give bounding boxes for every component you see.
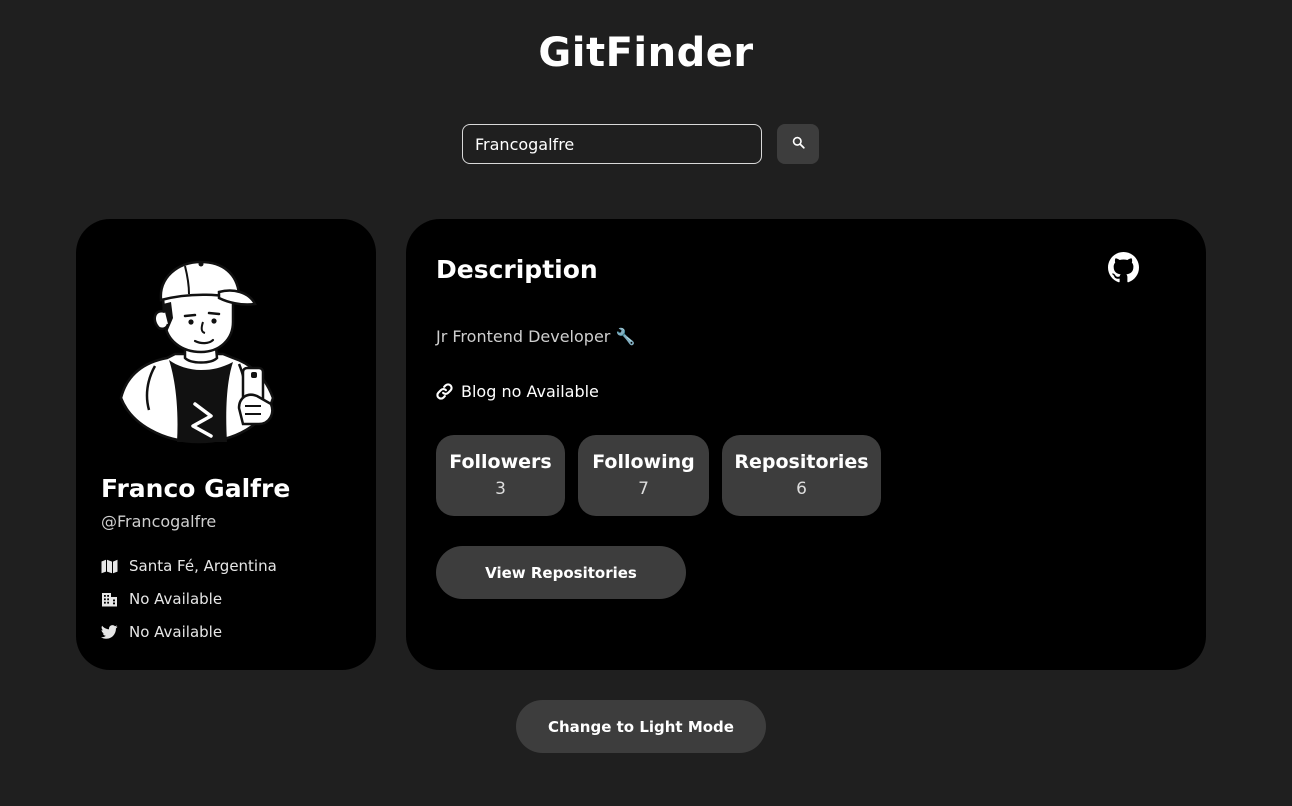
theme-toggle-button[interactable]: Change to Light Mode — [516, 700, 766, 753]
following-stat: Following 7 — [578, 435, 709, 516]
view-repositories-button[interactable]: View Repositories — [436, 546, 686, 599]
avatar — [115, 258, 281, 444]
blog-text: Blog no Available — [461, 382, 599, 401]
search-button[interactable] — [777, 124, 819, 164]
description-title: Description — [436, 255, 598, 284]
blog-link[interactable]: Blog no Available — [436, 382, 599, 401]
link-icon — [436, 383, 453, 400]
following-count: 7 — [638, 479, 649, 499]
repositories-stat: Repositories 6 — [722, 435, 881, 516]
location-text: Santa Fé, Argentina — [129, 557, 277, 575]
app-title: GitFinder — [538, 30, 754, 76]
company-text: No Available — [129, 590, 223, 608]
user-handle: @Francogalfre — [101, 512, 217, 531]
location-row: Santa Fé, Argentina — [101, 556, 277, 576]
search-icon — [792, 136, 805, 152]
company-row: No Available — [101, 589, 222, 609]
twitter-row: No Available — [101, 622, 222, 642]
followers-stat: Followers 3 — [436, 435, 565, 516]
repositories-count: 6 — [796, 479, 807, 499]
user-name: Franco Galfre — [101, 474, 291, 503]
github-icon — [1108, 252, 1139, 287]
twitter-icon — [101, 624, 118, 641]
followers-label: Followers — [449, 451, 552, 473]
page: GitFinder Francogalfre Franco Galfre @Fr… — [0, 0, 1292, 806]
search-input[interactable] — [462, 124, 762, 164]
following-label: Following — [592, 451, 695, 473]
repositories-label: Repositories — [734, 451, 869, 473]
building-icon — [101, 591, 118, 608]
followers-count: 3 — [495, 479, 506, 499]
github-profile-link[interactable] — [1108, 252, 1139, 283]
twitter-text: No Available — [129, 623, 223, 641]
map-icon — [101, 558, 118, 575]
bio-text: Jr Frontend Developer 🔧 — [436, 327, 636, 346]
